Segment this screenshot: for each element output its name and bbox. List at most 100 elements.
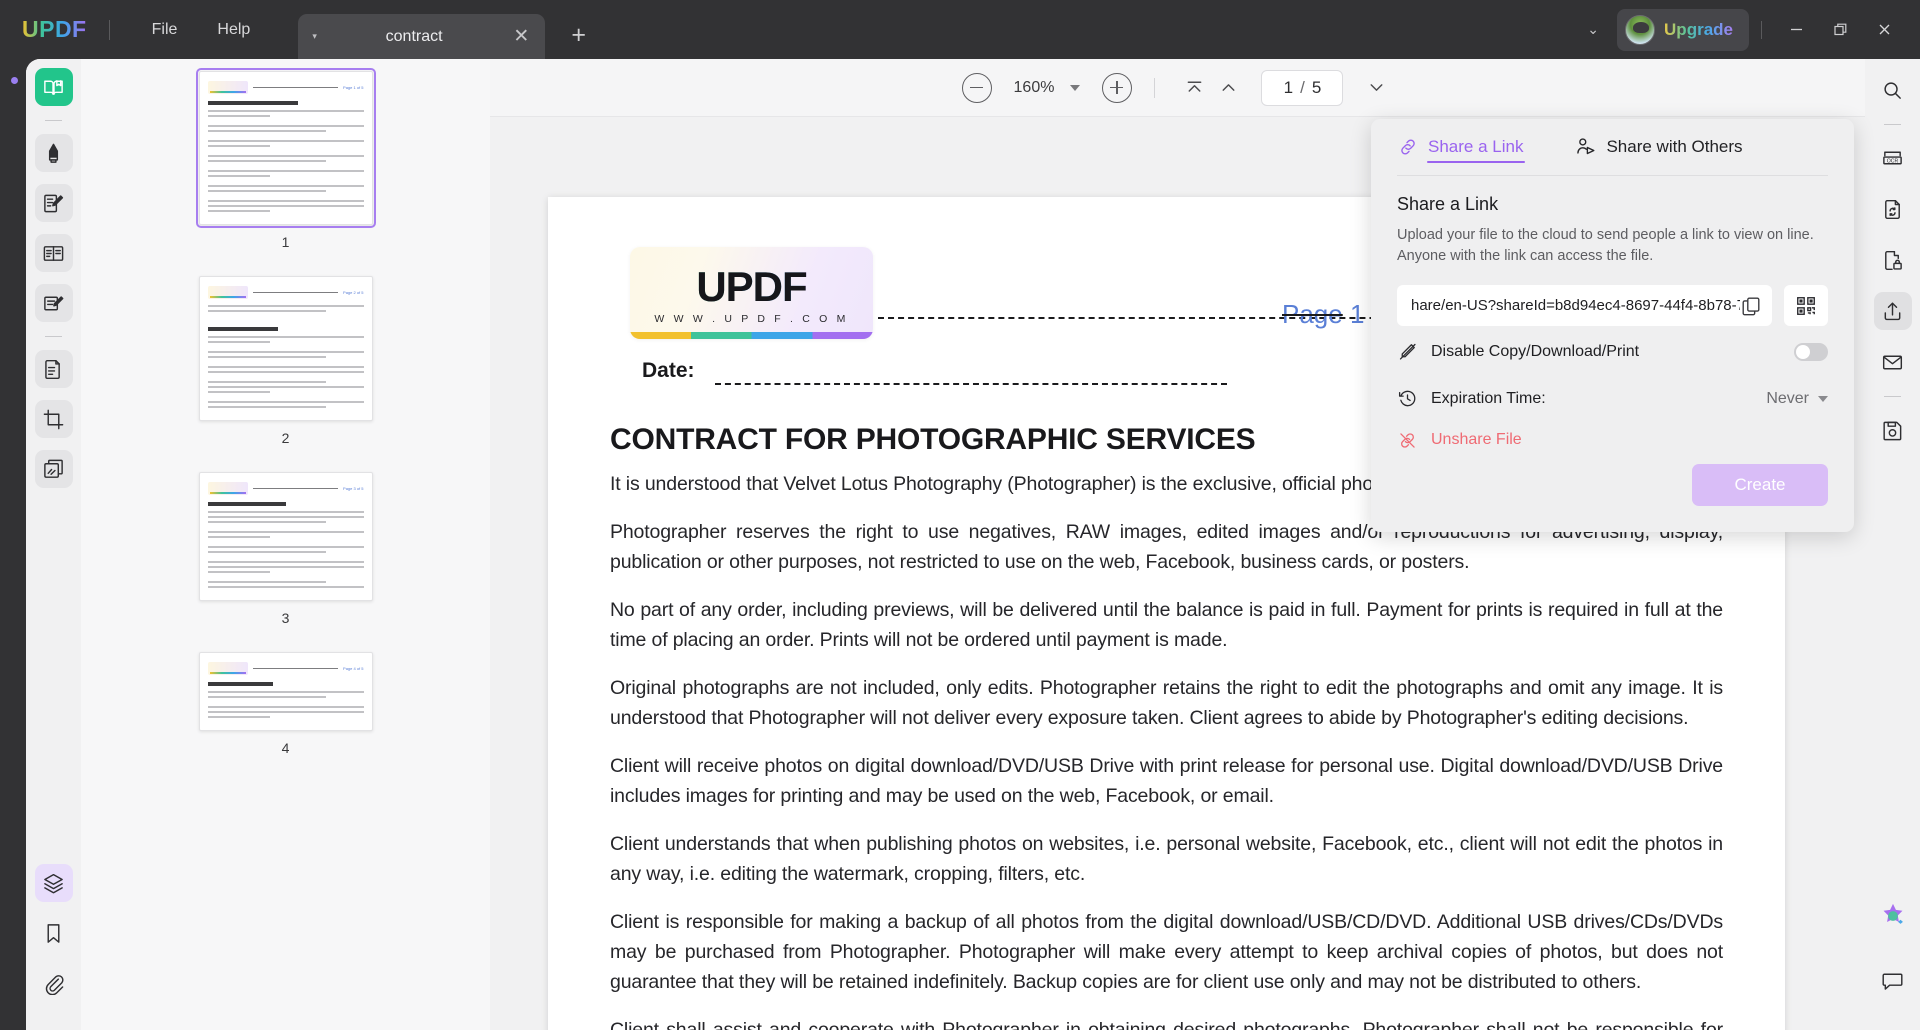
document-paragraph: Client is responsible for making a backu… <box>610 907 1723 997</box>
thumb-rule <box>253 292 339 293</box>
updf-application-window: UPDF File Help ▾ contract ✕ + ⌄ Upgrade <box>0 0 1920 1030</box>
thumbnail-page-4[interactable]: Page 4 of 5 <box>199 652 373 731</box>
thumbnail-label-3: 3 <box>282 610 290 626</box>
share-button[interactable] <box>1874 292 1912 330</box>
left-tool-column <box>26 59 81 1030</box>
sidebar-item-batch[interactable] <box>35 450 73 488</box>
thumbnail-label-4: 4 <box>282 740 290 756</box>
thumb-watermark <box>208 662 248 675</box>
tab-share-with-others-label: Share with Others <box>1606 137 1742 157</box>
share-link-row <box>1397 285 1828 326</box>
thumb-watermark <box>208 286 248 299</box>
share-panel[interactable]: Share a Link Share with Others Share a L… <box>1371 119 1854 532</box>
sidebar-item-bookmarks[interactable] <box>35 914 73 952</box>
watermark-url: W W W . U P D F . C O M <box>654 313 848 325</box>
first-page-button[interactable] <box>1177 73 1211 103</box>
upgrade-button[interactable]: Upgrade <box>1617 9 1749 51</box>
page-separator: / <box>1300 78 1305 98</box>
zoom-out-button[interactable] <box>962 73 992 103</box>
zoom-dropdown-caret-icon[interactable] <box>1070 85 1080 91</box>
tab-close-icon[interactable]: ✕ <box>511 27 531 46</box>
share-panel-divider <box>1397 175 1828 176</box>
protect-button[interactable] <box>1874 241 1912 279</box>
thumb-page-marker: Page 3 of 5 <box>343 486 363 491</box>
feedback-button[interactable] <box>1874 961 1912 999</box>
zoom-in-button[interactable] <box>1102 73 1132 103</box>
option-expiration-label: Expiration Time: <box>1431 390 1546 408</box>
next-page-button[interactable] <box>1359 73 1393 103</box>
menu-help[interactable]: Help <box>197 15 270 45</box>
copy-icon[interactable] <box>1740 295 1762 317</box>
thumbnail-page-3[interactable]: Page 3 of 5 <box>199 472 373 601</box>
tab-share-a-link[interactable]: Share a Link <box>1397 119 1523 175</box>
updf-logo: UPDF <box>22 16 87 43</box>
sidebar-item-attachments[interactable] <box>35 964 73 1002</box>
sidebar-item-crop[interactable] <box>35 400 73 438</box>
updf-watermark: UPDF UPDF W W W . U P D F . C O M <box>630 247 873 339</box>
share-people-icon <box>1575 136 1597 158</box>
sidebar-item-markup[interactable] <box>35 134 73 172</box>
total-pages-value: 5 <box>1312 78 1321 98</box>
option-disable-copy-download-print[interactable]: Disable Copy/Download/Print <box>1397 330 1828 373</box>
thumbnail-page-1[interactable]: Page 1 of 5 <box>199 71 373 225</box>
search-icon-button[interactable] <box>1874 71 1912 109</box>
thumb-header: Page 4 of 5 <box>208 662 364 675</box>
new-tab-button[interactable]: + <box>571 21 586 50</box>
create-button[interactable]: Create <box>1692 464 1828 506</box>
share-link-box[interactable] <box>1397 285 1772 326</box>
page-number-box[interactable]: 1 / 5 <box>1261 70 1343 106</box>
ai-assistant-button[interactable] <box>1878 901 1908 931</box>
option-expiration-time[interactable]: Expiration Time: Never <box>1397 377 1828 420</box>
sidebar-item-convert[interactable] <box>35 234 73 272</box>
thumbnail-label-1: 1 <box>282 234 290 250</box>
share-panel-description: Upload your file to the cloud to send pe… <box>1397 225 1845 267</box>
toolbar-divider <box>1154 78 1155 98</box>
option-disable-label: Disable Copy/Download/Print <box>1431 343 1639 361</box>
document-paragraph: Client will receive photos on digital do… <box>610 751 1723 811</box>
zoom-level-value: 160% <box>1014 79 1055 97</box>
ocr-button[interactable]: OCR <box>1874 139 1912 177</box>
sidebar-item-reader[interactable] <box>35 68 73 106</box>
chevron-down-icon[interactable] <box>1818 396 1828 402</box>
thumb-rule <box>253 87 339 88</box>
share-link-input[interactable] <box>1411 297 1740 314</box>
main-shell: Page 1 of 5 1 Page 2 of 5 <box>26 59 1920 1030</box>
thumb-watermark <box>208 81 248 94</box>
sidebar-item-organize-pages[interactable] <box>35 350 73 388</box>
current-page-value: 1 <box>1284 78 1293 98</box>
disable-copy-toggle[interactable] <box>1794 343 1828 361</box>
disable-copy-icon <box>1397 341 1418 362</box>
thumbnail-page-2[interactable]: Page 2 of 5 <box>199 276 373 421</box>
unlink-icon <box>1397 430 1418 451</box>
menu-file[interactable]: File <box>132 15 198 45</box>
maximize-restore-button[interactable] <box>1818 10 1862 50</box>
thumb-title-bar <box>208 101 298 105</box>
sidebar-item-layers[interactable] <box>35 864 73 902</box>
avatar[interactable] <box>1625 15 1655 45</box>
email-button[interactable] <box>1874 343 1912 381</box>
document-tab-contract[interactable]: ▾ contract ✕ <box>298 14 545 59</box>
thumb-rule <box>253 668 339 669</box>
tab-share-with-others[interactable]: Share with Others <box>1575 119 1742 175</box>
expiration-time-select[interactable]: Never <box>1766 390 1828 408</box>
unshare-file-button[interactable]: Unshare File <box>1397 420 1828 460</box>
tool-divider-2 <box>45 336 62 337</box>
sidebar-item-edit-pdf[interactable] <box>35 184 73 222</box>
thumb-page-marker: Page 2 of 5 <box>343 290 363 295</box>
minimize-button[interactable] <box>1774 10 1818 50</box>
close-window-button[interactable] <box>1862 10 1906 50</box>
qr-code-button[interactable] <box>1784 285 1828 326</box>
share-panel-tabs: Share a Link Share with Others <box>1397 119 1828 175</box>
previous-page-button[interactable] <box>1211 73 1245 103</box>
rail-indicator-dot <box>11 77 18 84</box>
convert-button[interactable] <box>1874 190 1912 228</box>
chevron-down-icon[interactable]: ⌄ <box>1573 13 1613 46</box>
thumb-subtitle <box>208 327 278 331</box>
thumbnail-panel[interactable]: Page 1 of 5 1 Page 2 of 5 <box>81 59 490 1030</box>
unshare-file-label: Unshare File <box>1431 431 1522 449</box>
watermark-logo-dark: UPDF <box>630 263 873 311</box>
upgrade-label: Upgrade <box>1664 20 1733 40</box>
save-as-button[interactable] <box>1874 411 1912 449</box>
thumb-header: Page 2 of 5 <box>208 286 364 299</box>
sidebar-item-prepare-form[interactable] <box>35 284 73 322</box>
